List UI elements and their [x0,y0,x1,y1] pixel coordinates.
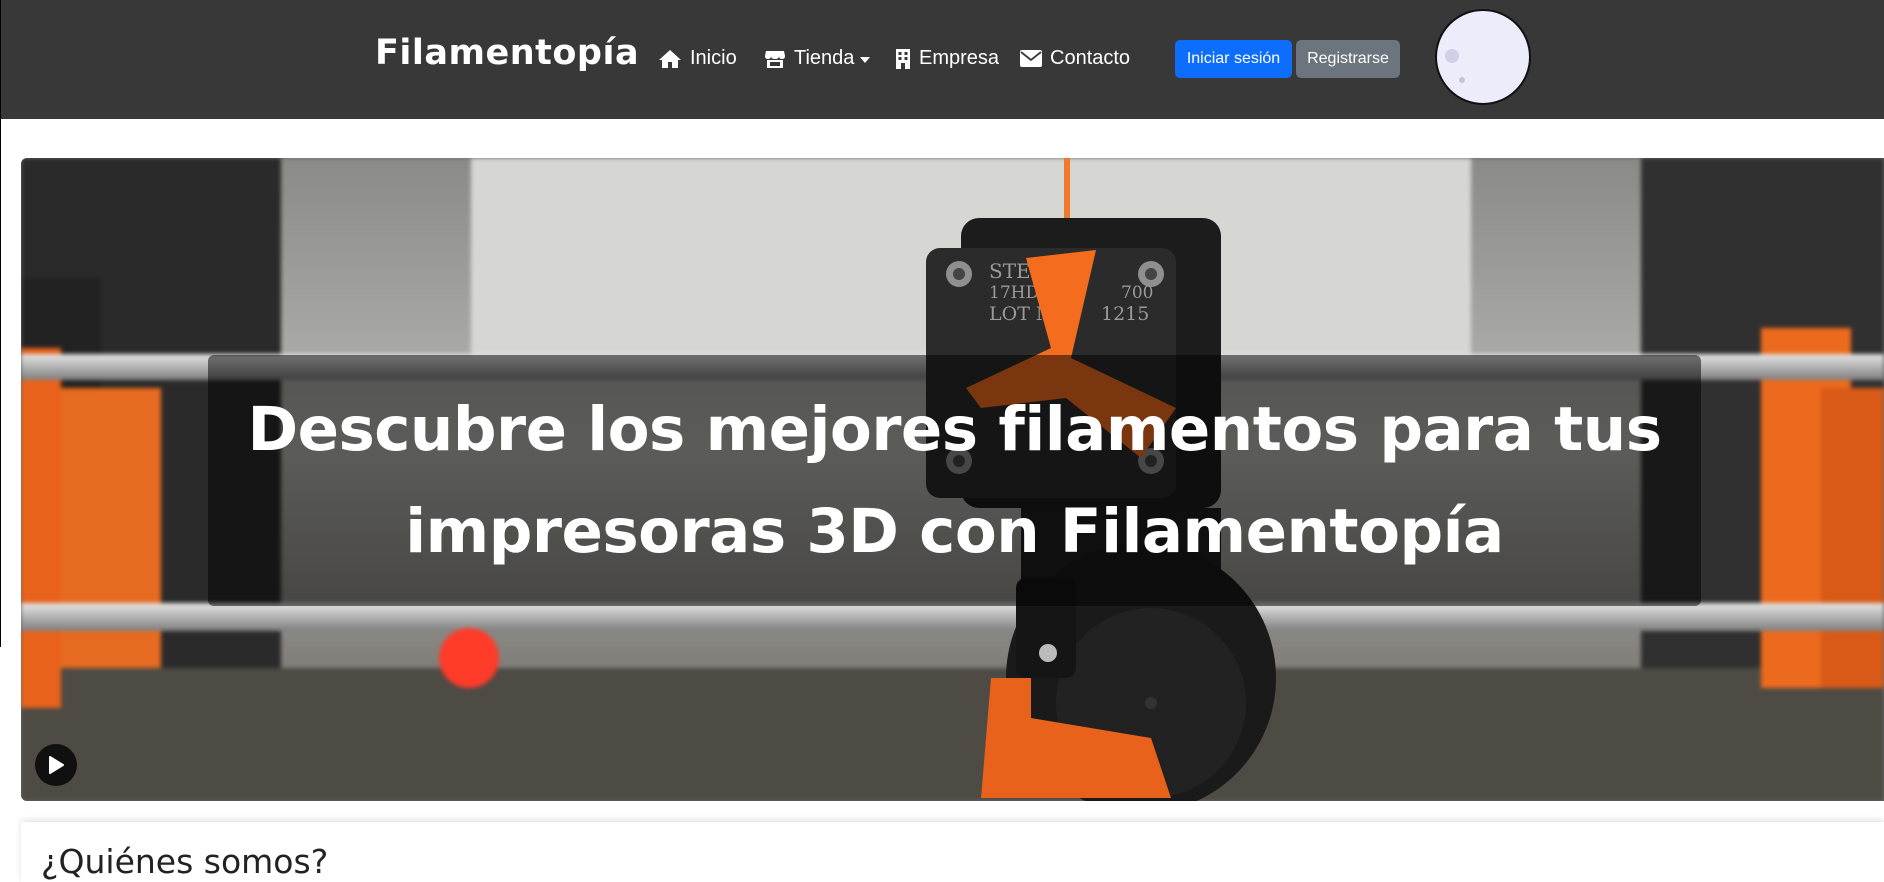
nav-item-label: Contacto [1050,47,1131,69]
nav-item-contacto[interactable]: Contacto [1020,47,1130,70]
nav-item-label: Tienda [794,47,855,69]
building-icon [895,48,911,69]
nav-item-inicio[interactable]: Inicio [658,47,737,70]
brand-logo[interactable]: Filamentopía [375,33,639,73]
hero-headline: Descubre los mejores filamentos para tus… [247,393,1662,567]
play-button[interactable] [35,744,77,786]
svg-text:1215: 1215 [1101,303,1149,325]
hero-caption-box: Descubre los mejores filamentos para tus… [208,355,1701,606]
nav-item-empresa[interactable]: Empresa [895,47,999,70]
about-heading: ¿Quiénes somos? [41,842,329,881]
home-icon [658,49,682,69]
hero-video[interactable]: STE 17HD2201 700 LOT NO. 1215 Descubre l… [21,158,1884,801]
about-section: ¿Quiénes somos? [21,822,1884,882]
svg-text:700: 700 [1121,283,1153,303]
svg-text:STE: STE [989,259,1031,283]
register-button[interactable]: Registrarse [1296,40,1400,78]
store-icon [764,49,786,69]
play-icon [49,756,64,774]
chevron-down-icon [860,56,871,63]
envelope-icon [1020,50,1042,67]
nav-item-label: Empresa [919,47,1000,69]
nav-item-tienda[interactable]: Tienda [764,47,871,70]
login-button[interactable]: Iniciar sesión [1175,40,1292,78]
nav-item-label: Inicio [690,47,737,69]
avatar[interactable] [1435,9,1531,105]
top-navbar: Filamentopía Inicio Tienda Empresa Conta… [0,0,1884,119]
